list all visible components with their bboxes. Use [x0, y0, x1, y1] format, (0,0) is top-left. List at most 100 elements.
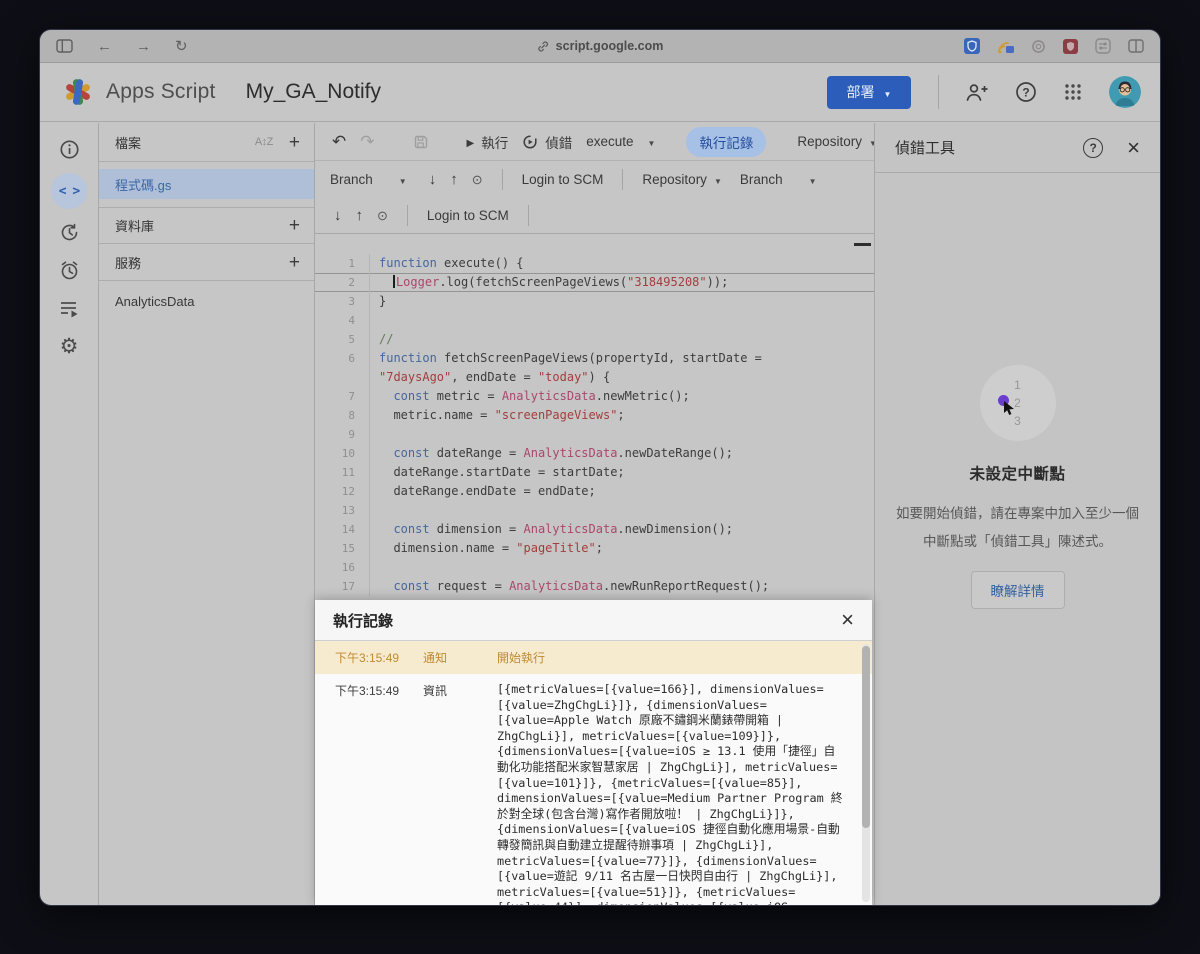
repository-dropdown-1[interactable]: Repository — [790, 130, 875, 153]
line-number[interactable]: 15 — [315, 539, 369, 558]
add-file-button[interactable] — [289, 133, 300, 152]
repository-dropdown-2[interactable]: Repository — [635, 168, 728, 191]
line-number[interactable]: 12 — [315, 482, 369, 501]
back-icon[interactable] — [97, 39, 112, 54]
branch-dropdown-1[interactable]: Branch — [323, 168, 414, 191]
project-title[interactable]: My_GA_Notify — [246, 80, 381, 104]
sidebar-toggle-icon[interactable] — [56, 39, 73, 53]
line-number[interactable]: 14 — [315, 520, 369, 539]
line-number[interactable]: 2 — [315, 273, 369, 292]
code-text[interactable] — [369, 425, 874, 444]
editor-code-icon[interactable] — [51, 173, 87, 209]
tweaks-extension-icon[interactable] — [1095, 38, 1111, 54]
git-pull-icon-2[interactable] — [327, 203, 349, 228]
redo-icon[interactable] — [353, 128, 381, 156]
line-number[interactable]: 5 — [315, 330, 369, 349]
avatar[interactable] — [1109, 76, 1141, 108]
google-apps-grid-icon[interactable] — [1063, 82, 1083, 102]
save-icon[interactable] — [406, 130, 436, 154]
code-line[interactable]: 1function execute() { — [315, 254, 874, 273]
code-text[interactable]: metric.name = "screenPageViews"; — [369, 406, 874, 425]
settings-gear-icon[interactable] — [51, 332, 87, 361]
git-push-icon[interactable] — [443, 167, 465, 192]
run-button[interactable]: 執行 — [460, 128, 516, 156]
log-close-icon[interactable] — [841, 609, 854, 631]
code-text[interactable]: function execute() { — [369, 254, 874, 273]
code-line[interactable]: 12 dateRange.endDate = endDate; — [315, 482, 874, 501]
share-person-add-icon[interactable] — [965, 82, 989, 102]
execution-log-toggle[interactable]: 執行記錄 — [686, 127, 766, 157]
code-text[interactable]: } — [369, 292, 874, 311]
password-shield-extension-icon[interactable] — [964, 38, 980, 54]
add-service-button[interactable] — [289, 253, 300, 272]
login-scm-button-2[interactable]: Login to SCM — [420, 204, 516, 227]
code-text[interactable]: const request = AnalyticsData.newRunRepo… — [369, 577, 874, 596]
code-lines[interactable]: 1function execute() {2 Logger.log(fetchS… — [315, 234, 874, 596]
overview-info-icon[interactable] — [51, 135, 87, 164]
code-text[interactable] — [369, 311, 874, 330]
sort-az-icon[interactable] — [255, 136, 273, 148]
line-number[interactable]: 10 — [315, 444, 369, 463]
line-number[interactable]: 3 — [315, 292, 369, 311]
code-text[interactable] — [369, 501, 874, 520]
line-number[interactable]: 9 — [315, 425, 369, 444]
code-line[interactable]: 6function fetchScreenPageViews(propertyI… — [315, 349, 874, 368]
code-text[interactable] — [369, 558, 874, 577]
code-line[interactable]: 4 — [315, 311, 874, 330]
code-text[interactable]: "7daysAgo", endDate = "today") { — [369, 368, 874, 387]
file-item-selected[interactable]: 程式碼.gs — [99, 169, 314, 199]
debugger-close-icon[interactable] — [1127, 137, 1140, 159]
code-text[interactable]: dimension.name = "pageTitle"; — [369, 539, 874, 558]
login-scm-button-1[interactable]: Login to SCM — [515, 168, 611, 191]
security-shield-extension-icon[interactable] — [1063, 39, 1078, 54]
code-line[interactable]: 8 metric.name = "screenPageViews"; — [315, 406, 874, 425]
line-number[interactable]: 13 — [315, 501, 369, 520]
git-push-icon-2[interactable] — [349, 203, 371, 228]
line-number[interactable]: 11 — [315, 463, 369, 482]
code-line[interactable]: 5// — [315, 330, 874, 349]
triggers-alarm-icon[interactable] — [51, 256, 87, 285]
help-icon[interactable]: ? — [1015, 81, 1037, 103]
code-text[interactable]: function fetchScreenPageViews(propertyId… — [369, 349, 874, 368]
code-line[interactable]: 15 dimension.name = "pageTitle"; — [315, 539, 874, 558]
line-number[interactable]: 4 — [315, 311, 369, 330]
code-line[interactable]: 16 — [315, 558, 874, 577]
deploy-button[interactable]: 部署 — [827, 76, 911, 109]
log-scrollbar-thumb[interactable] — [862, 646, 870, 828]
code-text[interactable]: dateRange.startDate = startDate; — [369, 463, 874, 482]
git-commit-icon[interactable] — [465, 168, 490, 192]
version-history-icon[interactable] — [51, 218, 87, 247]
learn-more-button[interactable]: 瞭解詳情 — [971, 571, 1065, 609]
code-line[interactable]: 13 — [315, 501, 874, 520]
line-number[interactable]: 6 — [315, 349, 369, 368]
code-text[interactable]: const metric = AnalyticsData.newMetric()… — [369, 387, 874, 406]
service-item-analyticsdata[interactable]: AnalyticsData — [99, 281, 314, 321]
code-line[interactable]: 7 const metric = AnalyticsData.newMetric… — [315, 387, 874, 406]
code-text[interactable]: dateRange.endDate = endDate; — [369, 482, 874, 501]
rss-extension-icon[interactable] — [997, 39, 1014, 54]
line-number[interactable]: 7 — [315, 387, 369, 406]
line-number[interactable]: 1 — [315, 254, 369, 273]
code-text[interactable]: const dimension = AnalyticsData.newDimen… — [369, 520, 874, 539]
code-text[interactable]: // — [369, 330, 874, 349]
code-line[interactable]: 10 const dateRange = AnalyticsData.newDa… — [315, 444, 874, 463]
code-line[interactable]: 14 const dimension = AnalyticsData.newDi… — [315, 520, 874, 539]
code-line[interactable]: "7daysAgo", endDate = "today") { — [315, 368, 874, 387]
code-line[interactable]: 3} — [315, 292, 874, 311]
undo-icon[interactable] — [325, 128, 353, 156]
add-library-button[interactable] — [289, 216, 300, 235]
code-text[interactable]: Logger.log(fetchScreenPageViews("3184952… — [369, 273, 874, 292]
function-select[interactable]: execute — [579, 130, 662, 153]
code-text[interactable]: const dateRange = AnalyticsData.newDateR… — [369, 444, 874, 463]
line-number[interactable] — [315, 368, 369, 387]
ai-knot-extension-icon[interactable] — [1031, 39, 1046, 54]
line-number[interactable]: 8 — [315, 406, 369, 425]
line-number[interactable]: 17 — [315, 577, 369, 596]
split-view-icon[interactable] — [1128, 39, 1144, 53]
debugger-help-icon[interactable] — [1083, 138, 1103, 158]
git-pull-icon[interactable] — [422, 167, 444, 192]
code-line[interactable]: 2 Logger.log(fetchScreenPageViews("31849… — [315, 273, 874, 292]
git-commit-icon-2[interactable] — [370, 204, 395, 228]
line-number[interactable]: 16 — [315, 558, 369, 577]
reload-icon[interactable] — [175, 39, 188, 54]
